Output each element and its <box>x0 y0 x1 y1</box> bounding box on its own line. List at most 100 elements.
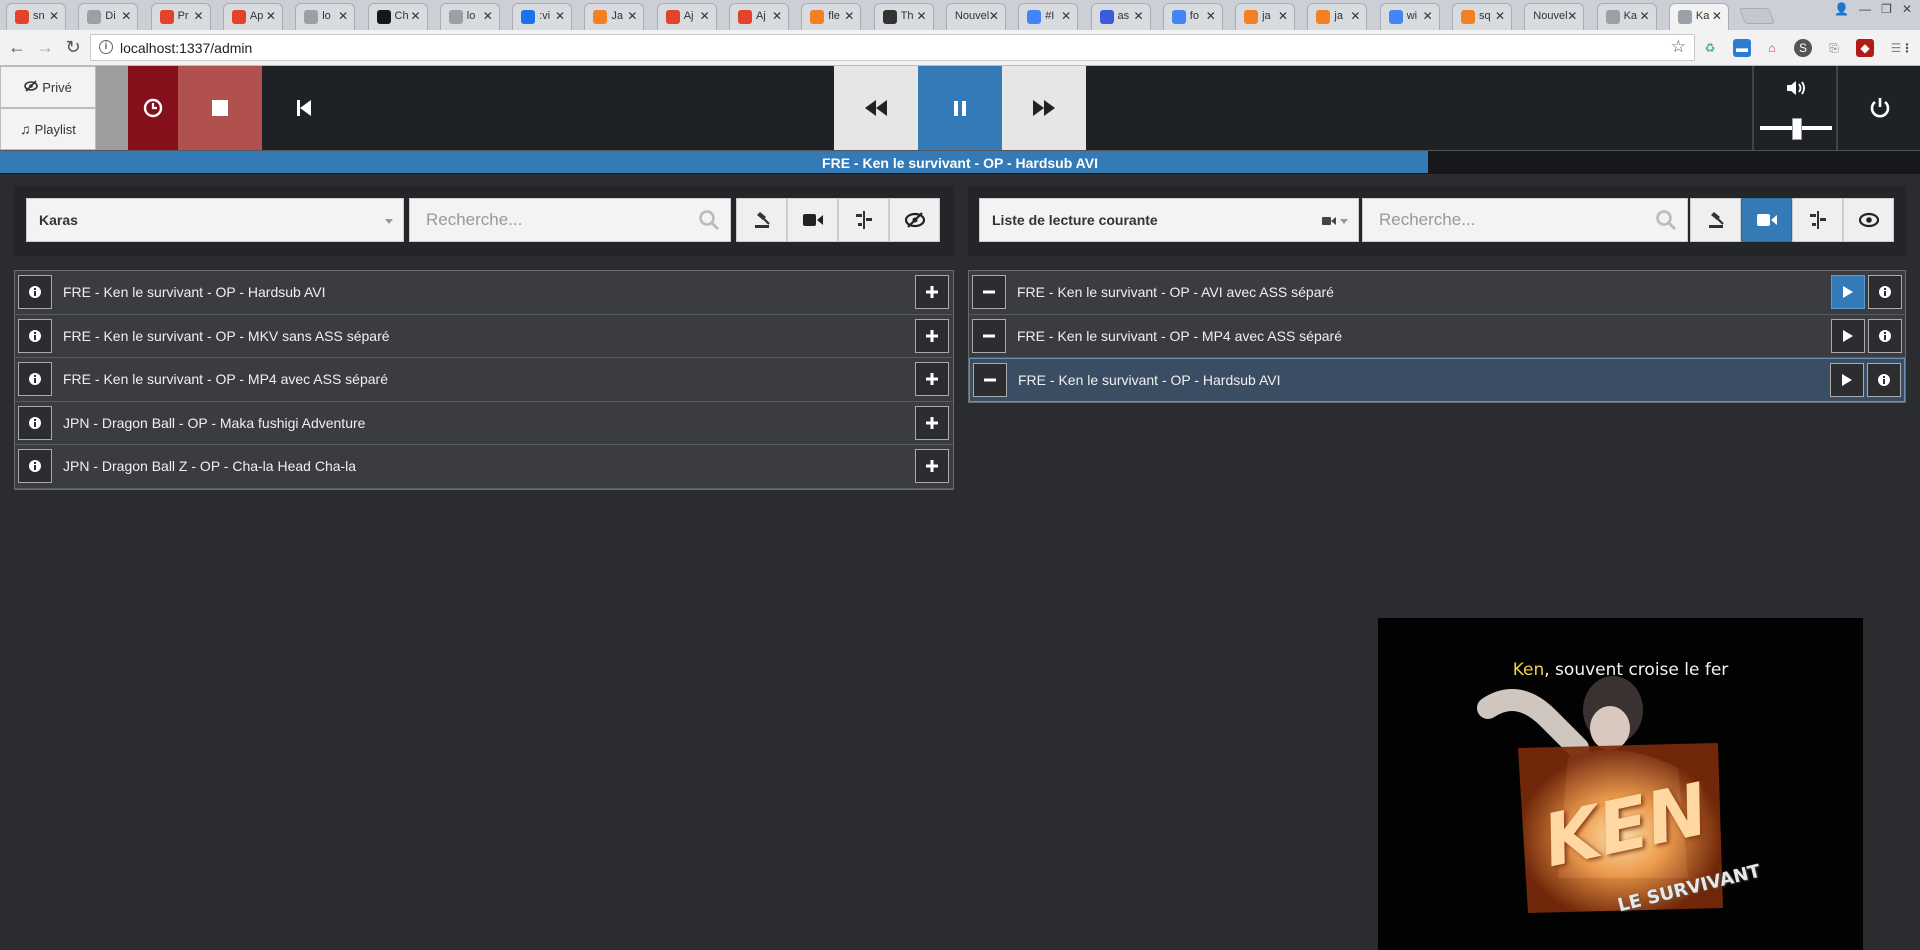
browser-tab[interactable]: Th ✕ <box>873 3 934 30</box>
close-tab-icon[interactable]: ✕ <box>989 9 999 23</box>
browser-tab[interactable]: ja ✕ <box>1235 3 1296 30</box>
item-info-button[interactable] <box>18 362 52 397</box>
close-tab-icon[interactable]: ✕ <box>844 9 854 23</box>
stop-button[interactable] <box>178 66 262 150</box>
volume-slider-handle[interactable] <box>1792 118 1802 140</box>
browser-tab[interactable]: Di ✕ <box>78 3 139 30</box>
timer-button[interactable] <box>128 66 178 150</box>
close-tab-icon[interactable]: ✕ <box>121 9 131 23</box>
video-preview[interactable]: Ken, souvent croise le fer KEN LE SURVIV… <box>1378 618 1863 950</box>
add-to-playlist-button[interactable] <box>915 275 949 309</box>
play-item-button[interactable] <box>1831 318 1865 353</box>
browser-tab[interactable]: Pr ✕ <box>150 3 211 30</box>
close-tab-icon[interactable]: ✕ <box>700 9 710 23</box>
close-tab-icon[interactable]: ✕ <box>1350 9 1360 23</box>
back-button[interactable]: ← <box>6 37 28 57</box>
remove-from-playlist-button[interactable] <box>972 275 1006 309</box>
browser-tab[interactable]: Ja ✕ <box>584 3 645 30</box>
close-tab-icon[interactable]: ✕ <box>1567 9 1577 23</box>
site-info-icon[interactable]: i <box>99 40 113 54</box>
add-to-playlist-button[interactable] <box>915 318 949 353</box>
close-tab-icon[interactable]: ✕ <box>410 9 420 23</box>
playlist-item[interactable]: FRE - Ken le survivant - OP - AVI avec A… <box>969 271 1905 315</box>
close-tab-icon[interactable]: ✕ <box>772 9 782 23</box>
browser-tab[interactable]: wi ✕ <box>1379 3 1440 30</box>
close-tab-icon[interactable]: ✕ <box>1278 9 1288 23</box>
close-tab-icon[interactable]: ✕ <box>1061 9 1071 23</box>
playlist-video-button[interactable] <box>1741 198 1792 242</box>
item-info-button[interactable] <box>18 275 52 309</box>
browser-tab[interactable]: as ✕ <box>1090 3 1151 30</box>
remove-from-playlist-button[interactable] <box>972 318 1006 353</box>
browser-tab[interactable]: Aj ✕ <box>729 3 789 30</box>
playlist-visibility-button[interactable] <box>1843 198 1894 242</box>
browser-tab[interactable]: sq ✕ <box>1452 3 1512 30</box>
library-item[interactable]: JPN - Dragon Ball - OP - Maka fushigi Ad… <box>15 401 953 446</box>
close-tab-icon[interactable]: ✕ <box>627 9 637 23</box>
item-info-button[interactable] <box>18 405 52 440</box>
item-info-button[interactable] <box>1867 363 1901 398</box>
reload-button[interactable]: ↻ <box>62 37 84 57</box>
browser-tab[interactable]: ja ✕ <box>1307 3 1368 30</box>
library-shuffle-button[interactable] <box>736 198 787 242</box>
image-extension-icon[interactable]: ⌂ <box>1763 39 1781 57</box>
close-tab-icon[interactable]: ✕ <box>1133 9 1143 23</box>
library-item[interactable]: FRE - Ken le survivant - OP - MP4 avec A… <box>15 358 953 402</box>
browser-tab[interactable]: Ap ✕ <box>222 3 283 30</box>
browser-tab[interactable]: lo ✕ <box>439 3 500 30</box>
rewind-button[interactable] <box>834 66 918 150</box>
remove-from-playlist-button[interactable] <box>973 363 1007 398</box>
close-tab-icon[interactable]: ✕ <box>1640 9 1650 23</box>
minimize-button[interactable]: — <box>1859 2 1871 16</box>
new-tab-button[interactable] <box>1739 8 1775 24</box>
browser-tab[interactable]: fo ✕ <box>1162 3 1223 30</box>
playlist-mode-button[interactable]: ♫ Playlist <box>0 108 96 150</box>
pause-button[interactable] <box>918 66 1002 150</box>
profile-icon[interactable]: 👤 <box>1834 2 1849 16</box>
maximize-button[interactable]: ❐ <box>1881 2 1892 16</box>
library-item[interactable]: JPN - Dragon Ball Z - OP - Cha-la Head C… <box>15 445 953 489</box>
play-item-button[interactable] <box>1830 363 1864 398</box>
address-bar[interactable]: i localhost:1337/admin ☆ <box>90 34 1695 61</box>
browser-tab[interactable]: Ka ✕ <box>1596 3 1657 30</box>
close-window-button[interactable]: ✕ <box>1902 2 1912 16</box>
browser-tab[interactable]: Aj ✕ <box>656 3 717 30</box>
power-button[interactable] <box>1840 66 1920 150</box>
close-tab-icon[interactable]: ✕ <box>1206 9 1216 23</box>
library-visibility-button[interactable] <box>889 198 940 242</box>
library-item[interactable]: FRE - Ken le survivant - OP - Hardsub AV… <box>15 271 953 315</box>
browser-tab[interactable]: Ka ✕ <box>1668 3 1729 30</box>
browser-tab[interactable]: lo ✕ <box>295 3 356 30</box>
screen-extension-icon[interactable]: ▬ <box>1733 39 1751 57</box>
playlist-shuffle-button[interactable] <box>1690 198 1741 242</box>
browser-tab[interactable]: Nouvel ✕ <box>1524 3 1585 30</box>
song-progress-bar[interactable]: FRE - Ken le survivant - OP - Hardsub AV… <box>0 150 1920 174</box>
library-search-input[interactable] <box>410 199 730 241</box>
add-to-playlist-button[interactable] <box>915 405 949 440</box>
bookmark-star-icon[interactable]: ☆ <box>1671 37 1686 57</box>
close-tab-icon[interactable]: ✕ <box>49 9 59 23</box>
playlist-search-input[interactable] <box>1363 199 1687 241</box>
close-tab-icon[interactable]: ✕ <box>338 9 348 23</box>
add-to-playlist-button[interactable] <box>915 449 949 484</box>
playlist-select[interactable]: Liste de lecture courante <box>979 198 1359 242</box>
browser-tab[interactable]: :vi ✕ <box>512 3 573 30</box>
library-video-button[interactable] <box>787 198 838 242</box>
s-extension-icon[interactable]: S <box>1794 39 1812 57</box>
private-mode-button[interactable]: Privé <box>0 66 96 108</box>
close-tab-icon[interactable]: ✕ <box>1712 9 1722 23</box>
library-align-button[interactable] <box>838 198 889 242</box>
close-tab-icon[interactable]: ✕ <box>917 9 927 23</box>
close-tab-icon[interactable]: ✕ <box>483 9 493 23</box>
item-info-button[interactable] <box>1868 275 1902 309</box>
library-select[interactable]: Karas <box>26 198 404 242</box>
forward-button[interactable]: → <box>34 37 56 57</box>
close-tab-icon[interactable]: ✕ <box>1495 9 1505 23</box>
cast-extension-icon[interactable]: ⎘ <box>1825 39 1843 57</box>
play-item-button[interactable] <box>1831 275 1865 309</box>
ublock-extension-icon[interactable]: ◆ <box>1856 39 1874 57</box>
browser-tab[interactable]: Nouvel ✕ <box>945 3 1006 30</box>
playlist-item[interactable]: FRE - Ken le survivant - OP - Hardsub AV… <box>969 358 1905 402</box>
close-tab-icon[interactable]: ✕ <box>1423 9 1433 23</box>
library-item[interactable]: FRE - Ken le survivant - OP - MKV sans A… <box>15 314 953 359</box>
